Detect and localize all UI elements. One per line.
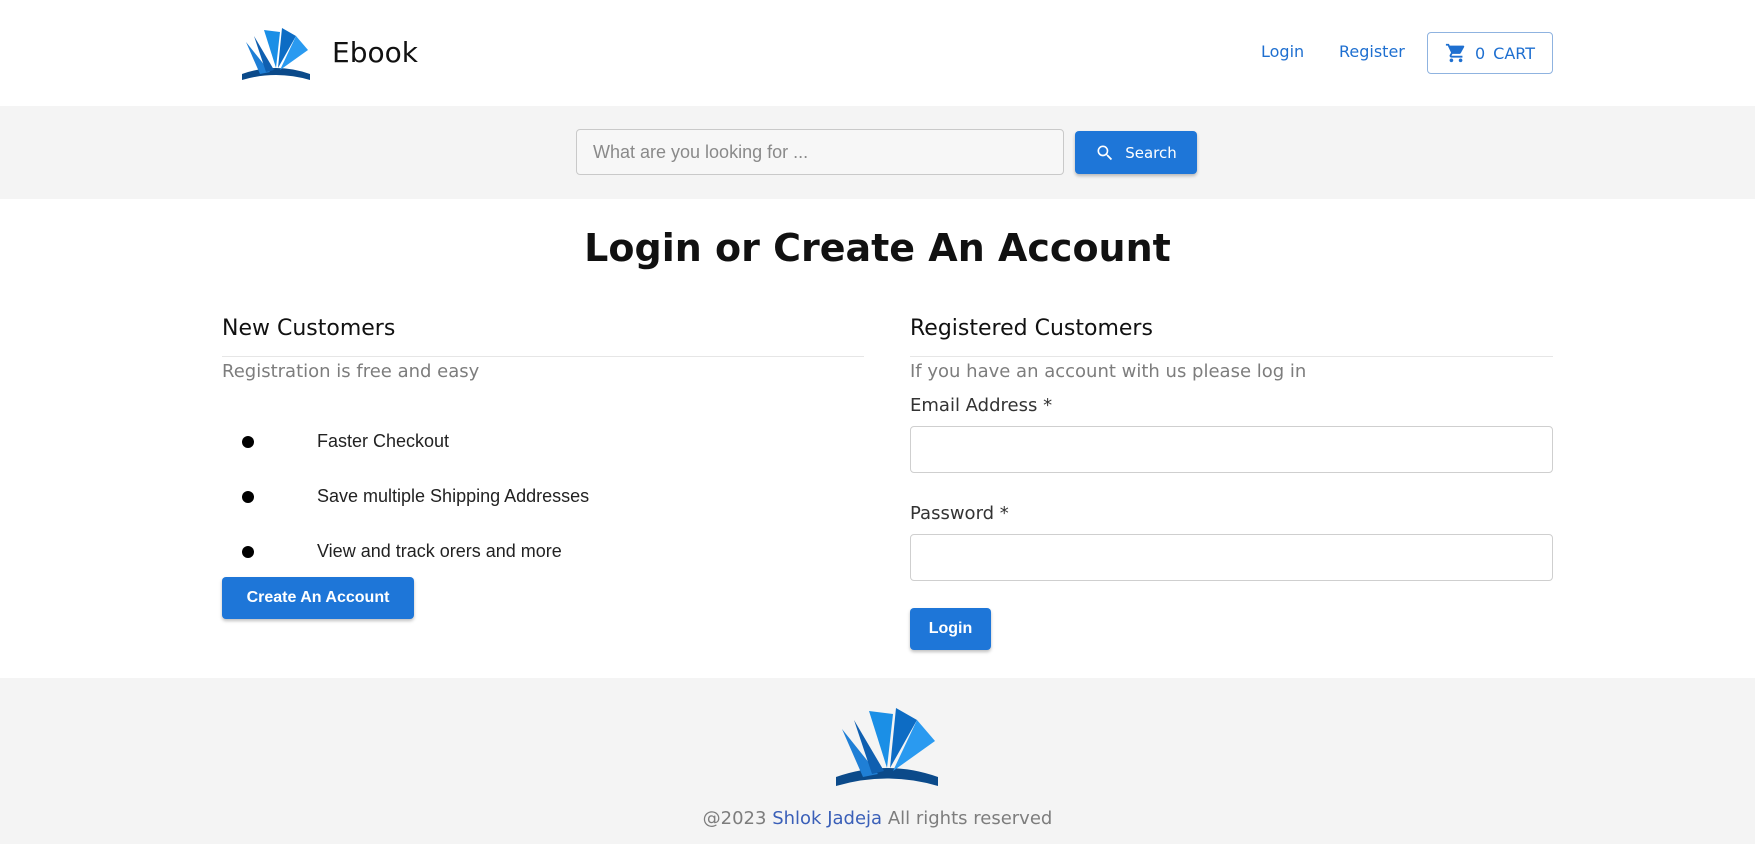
benefits-list: Faster Checkout Save multiple Shipping A… bbox=[222, 414, 589, 579]
cart-label: CART bbox=[1493, 43, 1536, 63]
book-logo-icon[interactable] bbox=[236, 24, 316, 84]
list-item: Save multiple Shipping Addresses bbox=[222, 469, 589, 524]
bullet-icon bbox=[242, 545, 254, 558]
search-icon bbox=[1097, 145, 1113, 160]
copyright-year: @2023 bbox=[702, 808, 767, 829]
bullet-icon bbox=[242, 490, 254, 503]
list-item: View and track orers and more bbox=[222, 524, 589, 579]
password-label: Password * bbox=[910, 503, 1009, 524]
nav-login-link[interactable]: Login bbox=[1261, 42, 1304, 61]
search-bar: Search bbox=[0, 106, 1755, 199]
site-footer: @2023 Shlok Jadeja All rights reserved bbox=[0, 678, 1755, 844]
email-label: Email Address * bbox=[910, 395, 1053, 416]
create-account-button[interactable]: Create An Account bbox=[222, 577, 414, 619]
site-header: Ebook Login Register 0 CART bbox=[0, 0, 1755, 106]
cart-button[interactable]: 0 CART bbox=[1427, 32, 1553, 74]
author-link[interactable]: Shlok Jadeja bbox=[772, 808, 882, 829]
page-title: Login or Create An Account bbox=[584, 226, 1171, 270]
benefit-text: Save multiple Shipping Addresses bbox=[317, 486, 590, 506]
registered-customers-subheading: If you have an account with us please lo… bbox=[910, 361, 1307, 382]
benefit-text: View and track orers and more bbox=[317, 541, 562, 561]
cart-count: 0 bbox=[1474, 43, 1486, 63]
email-field[interactable] bbox=[910, 426, 1553, 473]
new-customers-subheading: Registration is free and easy bbox=[222, 361, 480, 382]
search-button[interactable]: Search bbox=[1075, 131, 1197, 174]
registered-customers-heading: Registered Customers bbox=[910, 316, 1153, 341]
bullet-icon bbox=[242, 435, 254, 448]
benefit-text: Faster Checkout bbox=[317, 431, 450, 451]
nav-register-link[interactable]: Register bbox=[1339, 42, 1405, 61]
list-item: Faster Checkout bbox=[222, 414, 589, 469]
registered-customers-divider bbox=[910, 356, 1553, 357]
search-button-label: Search bbox=[1125, 143, 1177, 162]
new-customers-heading: New Customers bbox=[222, 316, 396, 341]
copyright-text: @2023 Shlok Jadeja All rights reserved bbox=[0, 808, 1755, 829]
search-input[interactable] bbox=[576, 129, 1064, 175]
copyright-suffix: All rights reserved bbox=[887, 808, 1053, 829]
shopping-cart-icon bbox=[1445, 43, 1465, 63]
book-logo-icon bbox=[836, 708, 938, 786]
password-field[interactable] bbox=[910, 534, 1553, 581]
new-customers-divider bbox=[222, 356, 864, 357]
login-button[interactable]: Login bbox=[910, 608, 991, 650]
brand-name[interactable]: Ebook bbox=[332, 36, 418, 69]
